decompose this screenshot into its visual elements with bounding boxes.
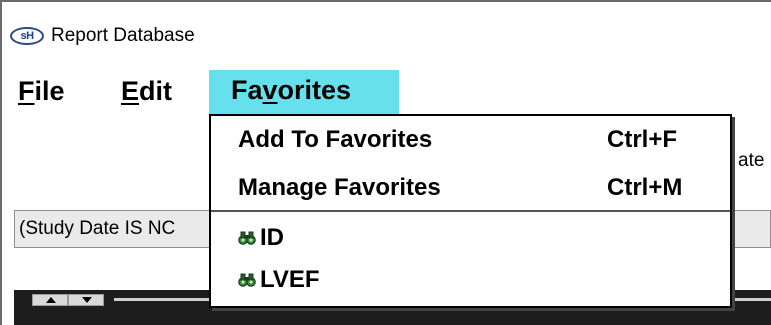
favorite-lvef-label: LVEF [260,266,320,293]
favorites-dropdown-menu: Add To Favorites Ctrl+F Manage Favorites… [209,114,732,308]
menu-file-hotkey: F [18,76,35,106]
menu-item-favorite-lvef[interactable]: LVEF [211,259,730,299]
menu-item-favorite-id[interactable]: ID [211,217,730,257]
manage-favorites-shortcut: Ctrl+M [607,174,683,201]
scroll-up-button[interactable] [32,294,68,306]
binoculars-icon [238,273,256,287]
binoculars-icon [238,231,256,245]
add-to-favorites-shortcut: Ctrl+F [607,126,678,153]
manage-favorites-label: Manage Favorites [238,174,441,201]
menu-file-label: ile [34,76,65,106]
window-title: Report Database [51,25,195,46]
app-logo-icon: sH [10,27,44,45]
scroll-down-button[interactable] [68,294,104,306]
menu-separator [211,210,730,212]
menu-file[interactable]: File [18,72,65,114]
menu-edit-hotkey: E [121,76,140,106]
menu-favorites-label-start: Fa [231,75,263,105]
app-logo-text: sH [20,30,34,42]
menu-item-manage-favorites[interactable]: Manage Favorites Ctrl+M [211,167,730,207]
menu-edit-label: dit [139,76,173,106]
menu-item-add-to-favorites[interactable]: Add To Favorites Ctrl+F [211,119,730,159]
menu-favorites-hotkey: v [262,75,278,105]
menu-favorites[interactable]: Favorites [209,70,399,115]
menu-edit[interactable]: Edit [121,72,172,114]
menu-favorites-label-end: orites [277,75,352,105]
arrow-down-icon [82,297,92,303]
favorite-id-label: ID [260,224,284,251]
add-to-favorites-label: Add To Favorites [238,126,433,153]
query-filter-text: (Study Date IS NC [19,218,176,239]
arrow-up-icon [46,297,56,303]
partial-date-label: ate [738,150,765,171]
